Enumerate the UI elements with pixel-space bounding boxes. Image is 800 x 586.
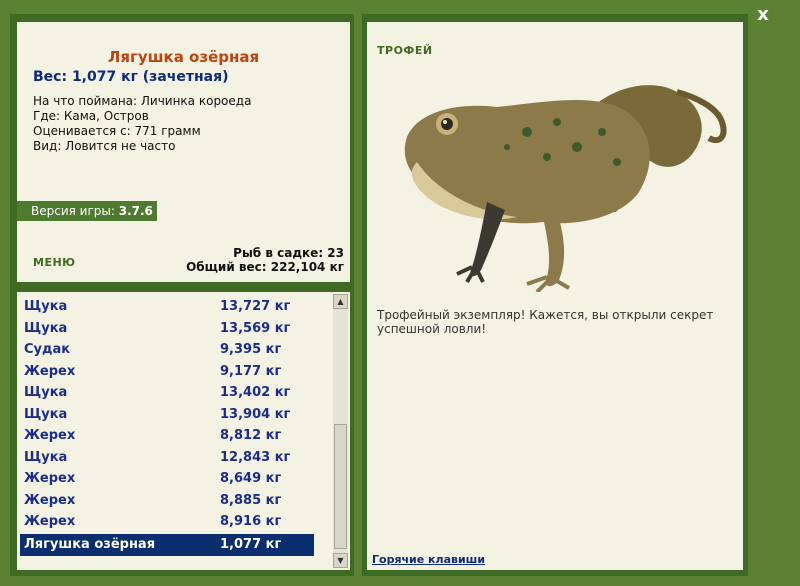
fish-title: Лягушка озёрная — [107, 48, 260, 66]
info-species: Вид: Ловится не часто — [33, 139, 176, 153]
fish-weight-value: 13,904 кг — [220, 406, 291, 422]
list-item[interactable]: Судак 9,395 кг — [20, 340, 314, 360]
list-item[interactable]: Жерех 8,885 кг — [20, 491, 314, 511]
frog-image — [404, 85, 727, 292]
info-bait: На что поймана: Личинка короеда — [33, 94, 252, 108]
catch-summary: Рыб в садке: 23 Общий вес: 222,104 кг — [186, 246, 344, 274]
list-item[interactable]: Щука 12,843 кг — [20, 448, 314, 468]
list-item[interactable]: Щука 13,904 кг — [20, 405, 314, 425]
hotkeys-link[interactable]: Горячие клавиши — [372, 553, 485, 566]
fish-name: Щука — [24, 320, 68, 336]
version-badge: Версия игры: 3.7.6 — [17, 201, 157, 221]
list-item[interactable]: Жерех 8,812 кг — [20, 426, 314, 446]
fish-weight-value: 8,916 кг — [220, 514, 282, 529]
fish-weight-value: 13,569 кг — [220, 320, 291, 336]
fish-name: Жерех — [24, 471, 76, 486]
close-icon[interactable]: x — [752, 4, 774, 26]
list-item[interactable]: Щука 13,402 кг — [20, 383, 314, 403]
fish-weight-value: 12,843 кг — [220, 449, 291, 465]
fish-name: Жерех — [24, 363, 76, 379]
fish-count: Рыб в садке: 23 — [233, 246, 344, 260]
fish-weight-value: 1,077 кг — [220, 536, 282, 552]
list-item[interactable]: Жерех 9,177 кг — [20, 362, 314, 382]
fish-name: Жерех — [24, 514, 76, 529]
trophy-text: Трофейный экземпляр! Кажется, вы открыли… — [377, 308, 714, 336]
fish-name: Щука — [24, 449, 68, 465]
catch-list-rows: Щука 13,727 кг Щука 13,569 кг Судак 9,395 кг Ж… — [17, 292, 330, 570]
fish-name: Щука — [24, 299, 68, 314]
fish-weight: Вес: 1,077 кг (зачетная) — [33, 69, 229, 85]
scroll-down-icon[interactable]: ▼ — [333, 553, 348, 568]
menu-button[interactable]: МЕНЮ — [33, 256, 76, 269]
version-value: 3.7.6 — [118, 204, 153, 218]
fish-name: Жерех — [24, 492, 76, 508]
info-location: Где: Кама, Остров — [33, 109, 149, 123]
list-item[interactable]: Жерех 8,649 кг — [20, 469, 314, 489]
fish-name: Лягушка озёрная — [24, 536, 156, 552]
list-item[interactable]: Жерех 8,916 кг — [20, 512, 314, 532]
catch-list: Щука 13,727 кг Щука 13,569 кг Судак 9,395 кг Ж… — [17, 292, 350, 570]
list-item[interactable]: Лягушка озёрная 1,077 кг — [20, 533, 314, 556]
trophy-panel: ТРОФЕЙ Трофейный экземпляр! Кажется, вы … — [367, 22, 743, 570]
total-weight: Общий вес: 222,104 кг — [186, 260, 344, 274]
fish-name: Жерех — [24, 428, 76, 443]
version-label: Версия игры: — [31, 204, 115, 218]
fish-weight-value: 9,395 кг — [220, 342, 282, 357]
fish-weight-value: 13,402 кг — [220, 385, 291, 400]
fish-weight-value: 8,812 кг — [220, 428, 282, 443]
fish-name: Щука — [24, 406, 68, 422]
fish-name: Судак — [24, 342, 71, 357]
scroll-up-icon[interactable]: ▲ — [333, 294, 348, 309]
fish-weight-value: 9,177 кг — [220, 363, 282, 379]
list-item[interactable]: Щука 13,569 кг — [20, 319, 314, 339]
fish-weight-value: 13,727 кг — [220, 299, 291, 314]
fish-weight-value: 8,649 кг — [220, 471, 282, 486]
info-rating: Оценивается с: 771 грамм — [33, 124, 201, 138]
list-scrollbar[interactable]: ▲ ▼ — [333, 294, 348, 568]
list-item[interactable]: Щука 13,727 кг — [20, 297, 314, 317]
fish-weight-value: 8,885 кг — [220, 492, 282, 508]
scroll-thumb[interactable] — [334, 424, 347, 549]
fish-name: Щука — [24, 385, 68, 400]
fish-info-panel: Лягушка озёрная Вес: 1,077 кг (зачетная)… — [17, 22, 350, 282]
